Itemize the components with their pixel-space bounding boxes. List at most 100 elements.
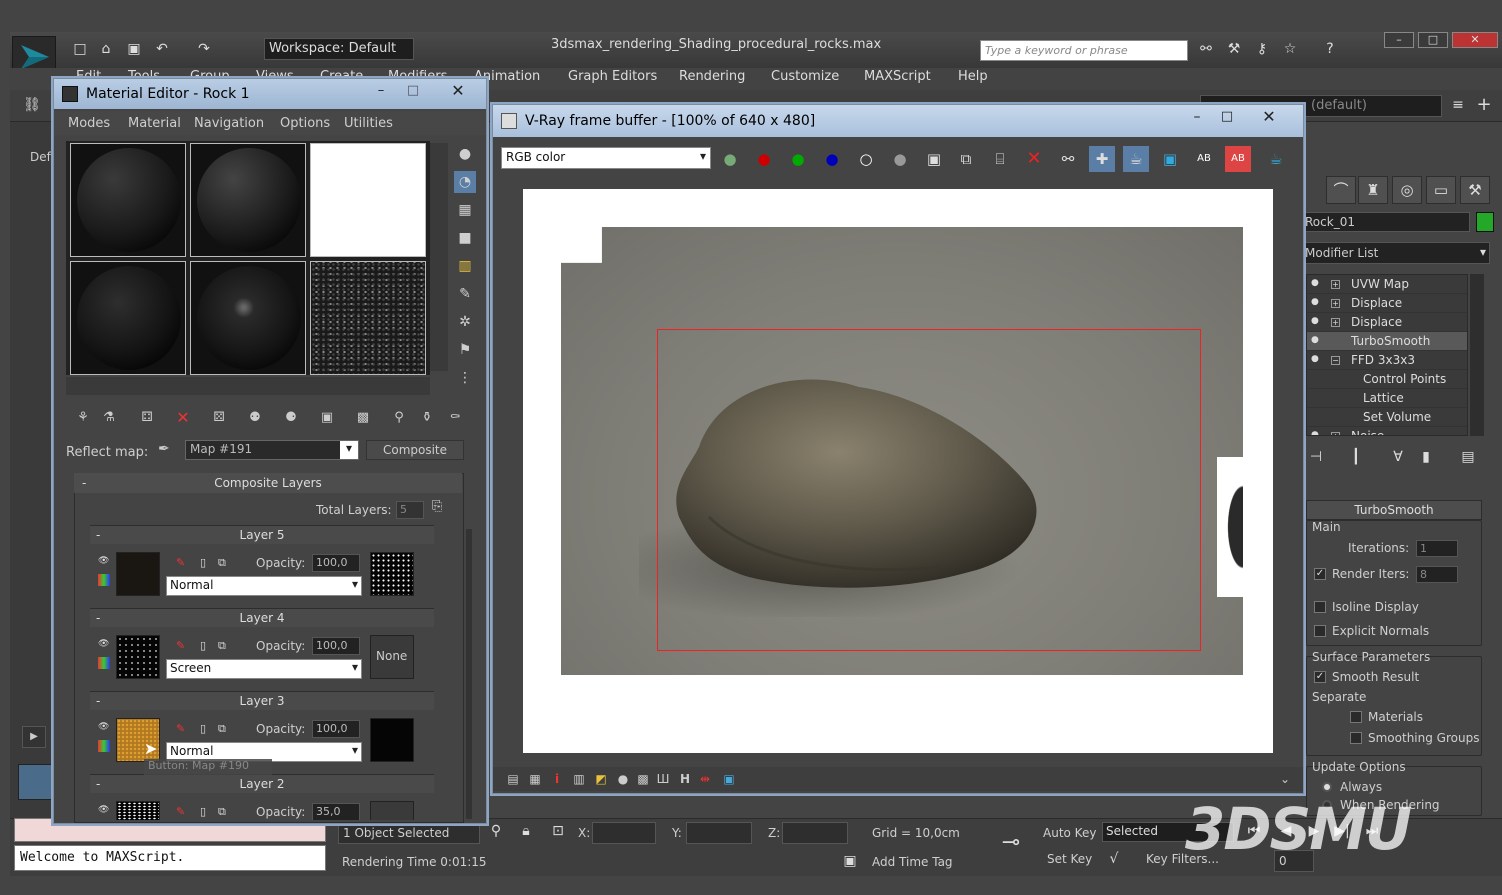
go-forward-sibling-icon[interactable]: ⚰ <box>444 407 466 429</box>
hierarchy-tab-icon[interactable]: ♜ <box>1358 176 1388 204</box>
add-layer-icon[interactable]: + <box>1474 96 1494 114</box>
make-unique-icon[interactable]: ∀ <box>1388 448 1408 466</box>
put-material-icon[interactable]: ⚗ <box>98 407 120 429</box>
configure-sets-icon[interactable]: ▤ <box>1458 448 1478 466</box>
ab-compare-icon[interactable]: AB <box>1191 146 1217 172</box>
sample-slot-3[interactable] <box>310 143 426 257</box>
mask-map-button[interactable] <box>370 552 414 596</box>
collapse-icon[interactable]: − <box>1331 356 1340 365</box>
load-image-icon[interactable]: ⌸ <box>987 146 1013 172</box>
duplicate-layer-icon[interactable]: ⧉ <box>218 556 226 570</box>
sample-slots-vertical-scrollbar[interactable] <box>430 143 448 371</box>
expand-icon[interactable]: + <box>1331 299 1340 308</box>
composite-layers-title[interactable]: - Composite Layers <box>74 473 462 493</box>
maxscript-mini-listener[interactable]: Welcome to MAXScript. <box>14 845 326 871</box>
menu-rendering[interactable]: Rendering <box>679 68 745 86</box>
lightbulb-icon[interactable]: ● <box>1311 316 1320 327</box>
lightbulb-icon[interactable]: ● <box>1311 354 1320 365</box>
modify-tab-icon[interactable]: ⌒ <box>1326 176 1356 204</box>
map-type-button[interactable]: Composite <box>366 440 464 460</box>
undo-icon[interactable]: ↶ <box>152 40 172 58</box>
duplicate-layer-icon[interactable]: ⧉ <box>218 639 226 653</box>
pin-stack-icon[interactable]: ⊣ <box>1306 448 1326 466</box>
exposure-icon[interactable]: ● <box>615 771 631 787</box>
material-editor-minimize-button[interactable]: – <box>366 83 396 101</box>
key-mode-icon[interactable]: ⊸ <box>996 832 1026 854</box>
display-corrections-icon[interactable]: ▤ <box>505 771 521 787</box>
monochrome-icon[interactable]: ● <box>887 146 913 172</box>
expand-toolbar-icon[interactable]: ⌄ <box>1277 771 1293 787</box>
copy-material-icon[interactable]: ⚄ <box>208 407 230 429</box>
mask-map-button[interactable] <box>370 718 414 762</box>
opacity-spinner[interactable]: 35,0 <box>312 803 360 820</box>
add-time-tag[interactable]: Add Time Tag <box>872 855 953 869</box>
link-icon[interactable]: ⛓ <box>22 96 42 114</box>
layer-manager-icon[interactable]: ≡ <box>1448 96 1468 114</box>
modifier-stack-item[interactable]: ● + Displace <box>1307 313 1467 332</box>
sample-type-icon[interactable]: ● <box>454 143 476 165</box>
absolute-mode-icon[interactable]: ⊡ <box>548 822 568 840</box>
z-coordinate-field[interactable] <box>782 822 848 844</box>
delete-layer-icon[interactable]: ✎ <box>176 722 185 735</box>
modifier-stack-item[interactable]: ● + Displace <box>1307 294 1467 313</box>
sample-slot-1[interactable] <box>70 143 186 257</box>
save-file-icon[interactable]: ▣ <box>124 40 144 58</box>
modifier-stack-item[interactable]: ● − FFD 3x3x3 <box>1307 351 1467 370</box>
reset-map-icon[interactable]: ✕ <box>172 407 194 429</box>
smoothing-groups-checkbox[interactable] <box>1350 732 1362 744</box>
material-editor-scrollbar[interactable] <box>466 529 472 819</box>
isoline-checkbox[interactable] <box>1314 601 1326 613</box>
rename-layer-icon[interactable]: ▯ <box>200 805 206 818</box>
make-unique-material-icon[interactable]: ⚉ <box>244 407 266 429</box>
menu-help[interactable]: Help <box>958 68 988 86</box>
menu-graph-editors[interactable]: Graph Editors <box>568 68 657 86</box>
lens-effects-icon[interactable]: ▣ <box>721 771 737 787</box>
modifier-stack-scrollbar[interactable] <box>1470 274 1484 436</box>
blend-mode-dropdown[interactable]: Normal <box>166 576 362 596</box>
mask-map-button[interactable]: None <box>370 635 414 679</box>
close-button[interactable]: ✕ <box>1452 32 1498 48</box>
layer-map-button[interactable] <box>116 801 160 820</box>
render-region-icon[interactable]: ☕ <box>1123 146 1149 172</box>
lock-icon[interactable]: 🔒︎ <box>516 822 536 840</box>
iterations-spinner[interactable]: 1 <box>1416 540 1458 557</box>
go-to-parent-icon[interactable]: ⚱ <box>416 407 438 429</box>
put-to-library-icon[interactable]: ⚈ <box>280 407 302 429</box>
color-correction-icon[interactable] <box>98 740 110 752</box>
info-icon[interactable]: i <box>549 771 565 787</box>
visibility-icon[interactable]: 👁︎ <box>98 722 109 732</box>
select-by-material-icon[interactable]: ⚑ <box>454 339 476 361</box>
lightbulb-icon[interactable]: ● <box>1311 278 1320 289</box>
modifier-stack-item[interactable]: ● + UVW Map <box>1307 275 1467 294</box>
maximize-button[interactable]: □ <box>1418 32 1448 48</box>
binoculars-icon[interactable]: ⚯ <box>1196 40 1216 58</box>
help-icon[interactable]: ? <box>1320 40 1340 58</box>
duplicate-to-max-icon[interactable]: ⚯ <box>1055 146 1081 172</box>
set-key-curve-icon[interactable]: √ <box>1104 850 1124 868</box>
vfb-maximize-button[interactable]: □ <box>1213 109 1241 129</box>
background-icon[interactable]: ▦ <box>454 199 476 221</box>
visibility-icon[interactable]: 👁︎ <box>98 639 109 649</box>
turbosmooth-rollout-title[interactable]: TurboSmooth <box>1306 500 1482 520</box>
color-correction-icon[interactable] <box>98 574 110 586</box>
link-to-vfb-icon[interactable]: ▣ <box>1157 146 1183 172</box>
render-teapot-icon[interactable]: ☕ <box>1263 146 1289 172</box>
sample-slot-6[interactable] <box>310 261 426 375</box>
expand-icon[interactable]: + <box>1331 280 1340 289</box>
set-key-button[interactable]: Set Key <box>1047 852 1092 866</box>
minimize-button[interactable]: – <box>1384 32 1414 48</box>
duplicate-layer-icon[interactable]: ⧉ <box>218 722 226 736</box>
render-iters-checkbox[interactable]: ✓ <box>1314 568 1326 580</box>
materials-checkbox[interactable] <box>1350 711 1362 723</box>
color-correction-icon[interactable] <box>98 657 110 669</box>
open-file-icon[interactable]: ⌂ <box>96 40 116 58</box>
modifier-stack-item[interactable]: ● TurboSmooth <box>1307 332 1467 351</box>
object-name-field[interactable]: Rock_01 <box>1302 212 1470 232</box>
layer-map-button[interactable] <box>116 552 160 596</box>
add-layer-icon[interactable]: ⎘ <box>432 499 450 517</box>
material-map-navigator-icon[interactable]: ⋮ <box>454 367 476 389</box>
modifier-stack-item[interactable]: Control Points <box>1307 370 1467 389</box>
modifier-stack[interactable]: ● + UVW Map ● + Displace ● + Displace ● TurboSmoot… <box>1306 274 1468 436</box>
expand-arrow-icon[interactable]: ▶ <box>22 726 46 748</box>
blue-channel-icon[interactable]: ● <box>819 146 845 172</box>
